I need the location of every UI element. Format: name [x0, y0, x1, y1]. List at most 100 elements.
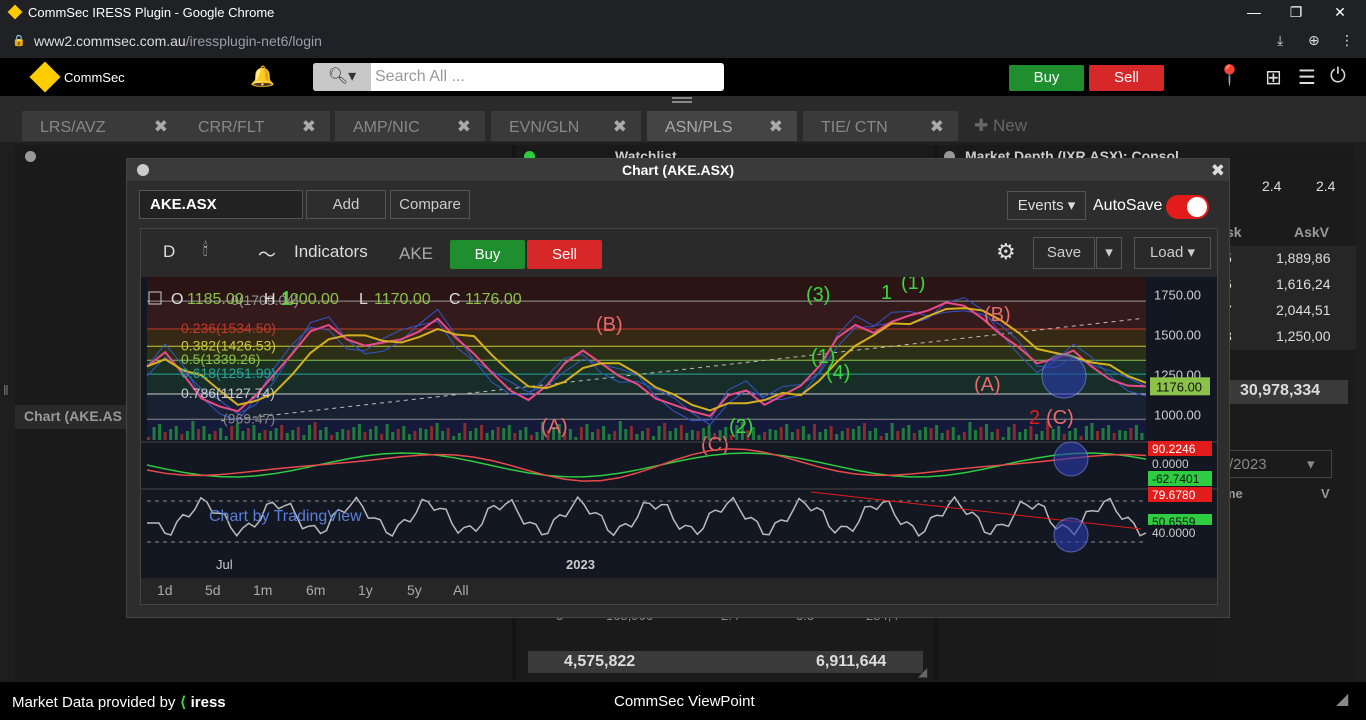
column-header: V	[1321, 486, 1330, 501]
volume-bar	[607, 434, 611, 440]
events-dropdown[interactable]: Events ▾	[1007, 191, 1086, 220]
volume-bar	[219, 428, 223, 440]
volume-bar	[652, 436, 656, 440]
new-tab-button[interactable]: ✚ New	[974, 116, 1027, 136]
volume-bar	[391, 432, 395, 440]
minimize-icon[interactable]: —	[1234, 0, 1274, 24]
volume-bar	[774, 430, 778, 440]
tab-tie-ctn[interactable]: TIE/ CTN ✖	[803, 111, 958, 141]
ask-volume: 1,250,00	[1276, 328, 1331, 344]
buy-button[interactable]: Buy	[1009, 65, 1084, 91]
volume-bar	[147, 437, 150, 440]
splitter-handle[interactable]: ‖	[3, 382, 9, 398]
add-button[interactable]: Add	[306, 190, 386, 219]
volume-bar	[951, 427, 955, 440]
location-pin-icon[interactable]: 📍	[1217, 63, 1242, 88]
volume-bar	[907, 425, 911, 440]
volume-bar	[579, 427, 583, 440]
resize-grip-icon[interactable]: ◢	[918, 665, 927, 679]
symbol-input[interactable]: AKE.ASX	[139, 190, 303, 219]
tab-crr-flt[interactable]: CRR/FLT ✖	[180, 111, 330, 141]
close-tab-icon[interactable]: ✖	[930, 117, 944, 137]
close-dialog-icon[interactable]: ✖	[1211, 160, 1225, 182]
chart-sell-button[interactable]: Sell	[527, 240, 602, 269]
tab-asn-pls[interactable]: ASN/PLS ✖	[647, 111, 797, 141]
close-tab-icon[interactable]: ✖	[154, 117, 168, 137]
address-bar[interactable]: 🔒 www2.commsec.com.au/iressplugin-net6/l…	[0, 24, 1366, 58]
resize-grip-icon[interactable]: ◢	[1336, 689, 1348, 709]
volume-bar	[224, 436, 228, 440]
volume-bar	[263, 430, 267, 440]
search-input[interactable]	[375, 67, 715, 87]
volume-bar	[818, 432, 822, 440]
close-tab-icon[interactable]: ✖	[302, 117, 316, 137]
bell-icon[interactable]: 🔔	[250, 64, 275, 89]
settings-gear-icon[interactable]: ⚙	[996, 239, 1016, 265]
add-icon[interactable]: ⊞	[1265, 65, 1282, 90]
candles-icon[interactable]: 🕯︎	[203, 240, 208, 260]
url-text[interactable]: www2.commsec.com.au/iressplugin-net6/log…	[34, 33, 322, 49]
volume-bar	[757, 435, 761, 440]
load-button[interactable]: Load ▾	[1134, 237, 1211, 269]
autosave-toggle[interactable]	[1166, 195, 1209, 219]
close-tab-icon[interactable]: ✖	[769, 117, 783, 137]
wave-label-red: (B)	[596, 314, 623, 336]
range-5y[interactable]: 5y	[407, 582, 422, 598]
depth-rows: 5 1,889,86 6 1,616,24 7 2,044,51 8 1,250…	[1218, 246, 1356, 350]
chart-toolbar: D 🕯︎ 〜 Indicators AKE Buy Sell ⚙ Save ▾ …	[141, 229, 1217, 277]
volume-bar	[1084, 426, 1088, 440]
menu-dots-icon[interactable]: ⋮	[1340, 32, 1354, 49]
tab-amp-nic[interactable]: AMP/NIC ✖	[335, 111, 485, 141]
install-icon[interactable]: ⤓	[1277, 32, 1283, 49]
interval-button[interactable]: D	[163, 242, 175, 262]
volume-bar	[346, 430, 350, 440]
volume-bar	[796, 429, 800, 440]
restore-icon[interactable]: ❐	[1276, 0, 1316, 24]
save-button[interactable]: Save	[1033, 237, 1095, 269]
search-icon[interactable]: 🔍︎▾	[313, 63, 371, 91]
toggle-knob	[1187, 197, 1207, 217]
save-options-chevron-icon[interactable]: ▾	[1096, 237, 1122, 269]
ask-volume: 1,616,24	[1276, 276, 1331, 292]
search-box[interactable]: 🔍︎▾	[313, 63, 724, 91]
chart-canvas[interactable]: 0(1709.04)0.236(1534.50)0.382(1426.53)0.…	[141, 277, 1217, 578]
volume-bar	[280, 425, 284, 440]
tab-evn-gln[interactable]: EVN/GLN ✖	[491, 111, 641, 141]
volume-bar	[196, 429, 200, 440]
range-6m[interactable]: 6m	[306, 582, 325, 598]
indicators-icon[interactable]: 〜	[258, 241, 276, 267]
tab-lrs-avz[interactable]: LRS/AVZ ✖	[22, 111, 182, 141]
macd-value: 90.2246	[1152, 442, 1196, 456]
url-host: www2.commsec.com.au	[34, 33, 186, 49]
volume-bar	[596, 429, 600, 440]
drag-handle-icon[interactable]	[672, 97, 692, 103]
volume-bar	[935, 425, 939, 440]
range-1m[interactable]: 1m	[253, 582, 272, 598]
close-window-icon[interactable]: ✕	[1320, 0, 1360, 24]
fib-label: 0.236(1534.50)	[181, 320, 276, 336]
volume-bar	[946, 430, 950, 440]
volume-bar	[319, 430, 323, 440]
chart-buy-button[interactable]: Buy	[450, 240, 525, 269]
zoom-icon[interactable]: ⊕	[1308, 32, 1320, 49]
volume-bar	[1001, 437, 1005, 440]
volume-bar	[418, 428, 422, 440]
hamburger-menu-icon[interactable]: ☰	[1298, 65, 1316, 90]
sell-button[interactable]: Sell	[1089, 65, 1164, 91]
date-field[interactable]: /2023 ▾	[1224, 450, 1332, 478]
range-1y[interactable]: 1y	[358, 582, 373, 598]
volume-bar	[1051, 429, 1055, 440]
range-all[interactable]: All	[453, 582, 469, 598]
close-tab-icon[interactable]: ✖	[613, 117, 627, 137]
ask-volume: 1,889,86	[1276, 250, 1331, 266]
compare-button[interactable]: Compare	[390, 190, 470, 219]
power-icon[interactable]: ⏻	[1330, 65, 1346, 88]
volume-bar	[979, 427, 983, 440]
indicators-button[interactable]: Indicators	[294, 242, 368, 262]
close-tab-icon[interactable]: ✖	[457, 117, 471, 137]
volume-bar	[1118, 430, 1122, 440]
chevron-down-icon[interactable]: ▾	[1307, 455, 1315, 473]
range-1d[interactable]: 1d	[157, 582, 173, 598]
dialog-title-bar[interactable]: Chart (AKE.ASX) ✖	[127, 159, 1229, 181]
range-5d[interactable]: 5d	[205, 582, 221, 598]
